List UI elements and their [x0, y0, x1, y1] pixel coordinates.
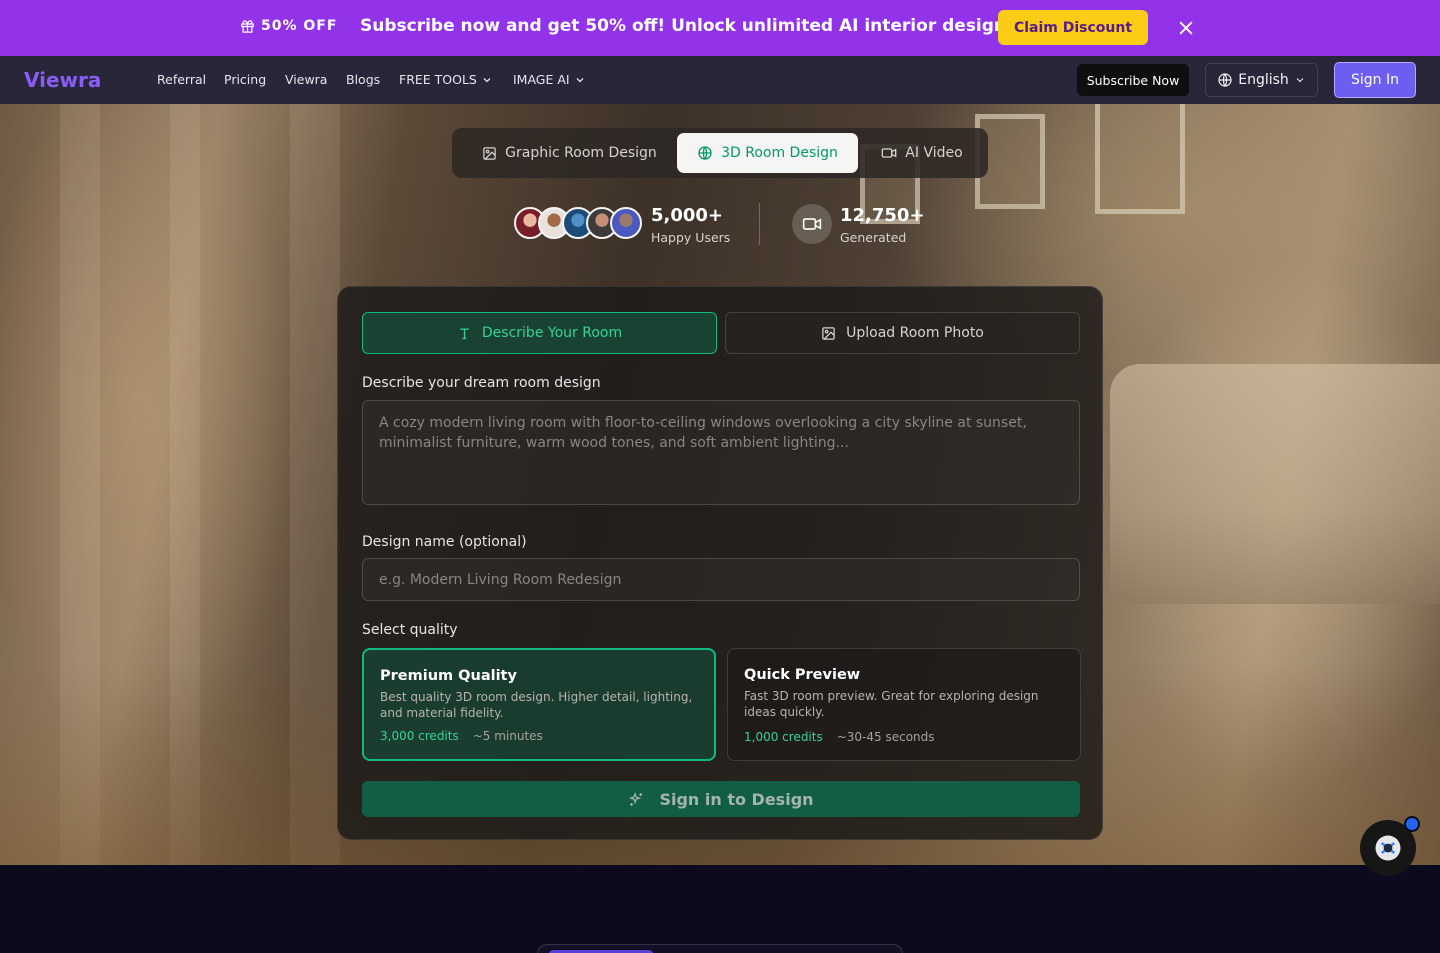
user-avatars	[514, 207, 644, 239]
chevron-down-icon	[576, 77, 584, 82]
sparkles-icon	[629, 791, 643, 806]
globe-icon	[1218, 73, 1232, 87]
generated-label: Generated	[840, 230, 907, 245]
video-icon	[802, 218, 822, 230]
quality-option-premium[interactable]: Premium Quality Best quality 3D room des…	[362, 648, 716, 761]
language-label: English	[1238, 72, 1289, 88]
quality-title: Premium Quality	[380, 668, 517, 684]
chat-notification-dot	[1404, 816, 1420, 832]
subscribe-now-button[interactable]: Subscribe Now	[1077, 64, 1189, 96]
sign-in-button[interactable]: Sign In	[1334, 62, 1416, 98]
describe-label: Describe your dream room design	[362, 375, 601, 391]
nav-link-viewra[interactable]: Viewra	[285, 72, 327, 87]
promo-badge: 50% OFF	[240, 18, 337, 34]
design-form-card: Describe Your Room Upload Room Photo Des…	[337, 286, 1103, 840]
nav-link-image-ai[interactable]: IMAGE AI	[513, 72, 586, 87]
chevron-down-icon	[1296, 78, 1304, 83]
nav-link-referral[interactable]: Referral	[157, 72, 206, 87]
avatar	[610, 207, 642, 239]
gift-icon	[241, 19, 254, 33]
text-icon	[460, 328, 469, 339]
quality-desc: Best quality 3D room design. Higher deta…	[380, 690, 693, 720]
globe-icon	[698, 146, 712, 160]
tab-describe-your-room[interactable]: Describe Your Room	[362, 312, 717, 354]
mode-tabs: Graphic Room Design 3D Room Design AI Vi…	[452, 128, 988, 178]
stats-divider	[759, 203, 760, 245]
quality-time: ~5 minutes	[472, 729, 543, 743]
promo-banner: 50% OFF Subscribe now and get 50% off! U…	[0, 0, 1440, 56]
chevron-down-icon	[483, 77, 491, 82]
promo-badge-label: 50% OFF	[261, 18, 338, 34]
quality-label: Select quality	[362, 622, 458, 638]
design-name-label: Design name (optional)	[362, 534, 527, 550]
quality-time: ~30-45 seconds	[836, 730, 935, 744]
quality-desc: Fast 3D room preview. Great for explorin…	[744, 689, 1039, 719]
quality-credits: 3,000 credits	[380, 729, 459, 743]
nav-link-free-tools[interactable]: FREE TOOLS	[399, 72, 493, 87]
tab-ai-video[interactable]: AI Video	[864, 133, 980, 173]
language-selector[interactable]: English	[1205, 63, 1318, 97]
close-icon[interactable]	[1176, 18, 1196, 38]
logo[interactable]: Viewra	[24, 68, 101, 92]
quality-option-quick-preview[interactable]: Quick Preview Fast 3D room preview. Grea…	[727, 648, 1081, 761]
promo-text: Subscribe now and get 50% off! Unlock un…	[360, 16, 1013, 36]
section-tabs	[537, 944, 903, 953]
navbar: Viewra Referral Pricing Viewra Blogs FRE…	[0, 56, 1440, 104]
quality-credits: 1,000 credits	[744, 730, 823, 744]
design-name-input[interactable]: e.g. Modern Living Room Redesign	[362, 558, 1080, 601]
claim-discount-button[interactable]: Claim Discount	[998, 10, 1148, 45]
design-name-placeholder: e.g. Modern Living Room Redesign	[379, 571, 622, 588]
bot-icon	[1375, 835, 1401, 861]
sign-in-to-design-button[interactable]: Sign in to Design	[362, 781, 1080, 817]
happy-users-label: Happy Users	[651, 230, 731, 245]
tab-graphic-room-design[interactable]: Graphic Room Design	[462, 133, 677, 173]
tab-upload-room-photo[interactable]: Upload Room Photo	[725, 312, 1080, 354]
room-description-textarea[interactable]: A cozy modern living room with floor-to-…	[362, 400, 1080, 505]
nav-link-blogs[interactable]: Blogs	[346, 72, 380, 87]
generated-icon-badge	[792, 204, 832, 244]
nav-link-pricing[interactable]: Pricing	[224, 72, 266, 87]
image-icon	[483, 146, 496, 160]
image-icon	[822, 326, 835, 340]
tab-3d-room-design[interactable]: 3D Room Design	[677, 133, 858, 173]
generated-count: 12,750+	[840, 205, 925, 226]
happy-users-count: 5,000+	[651, 205, 724, 226]
quality-title: Quick Preview	[744, 667, 861, 683]
video-icon	[881, 148, 897, 158]
